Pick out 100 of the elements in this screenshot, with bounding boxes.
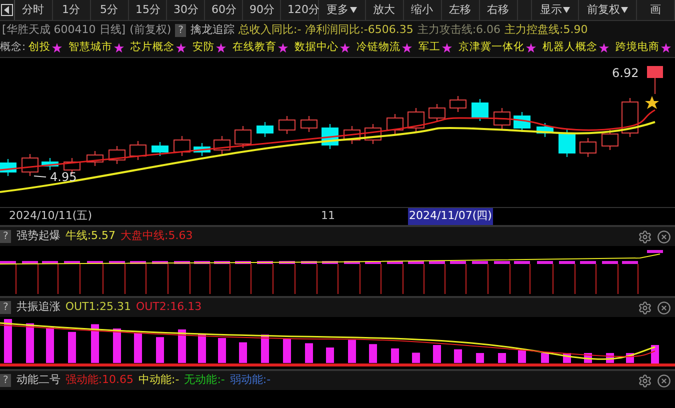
- indicator-value: 无动能:-: [184, 372, 225, 388]
- indicator-name: 动能二号: [16, 372, 60, 388]
- candlestick: [494, 108, 510, 130]
- indicator-value: 弱动能:-: [230, 372, 271, 388]
- close-icon[interactable]: [657, 230, 671, 244]
- toolbar-button[interactable]: 放大: [366, 0, 404, 20]
- indicator-bar: [46, 328, 54, 363]
- indicator-bar: [26, 323, 34, 363]
- concept-tag[interactable]: 在线教育: [232, 40, 277, 56]
- star-icon: [526, 43, 536, 53]
- star-icon: [598, 43, 609, 53]
- candlestick: [234, 126, 252, 148]
- toolbar-button[interactable]: 缩小: [404, 0, 442, 20]
- candlestick: [22, 154, 38, 176]
- caret-icon: [350, 7, 356, 13]
- concept-tag[interactable]: 冷链物流: [356, 40, 401, 56]
- concept-tag[interactable]: 芯片概念: [130, 40, 175, 56]
- toolbar-button[interactable]: 30分: [166, 0, 204, 20]
- candlestick: [322, 124, 338, 150]
- toolbar-button[interactable]: 左移: [442, 0, 480, 20]
- concept-label: 概念:: [0, 40, 26, 56]
- leader-line: [34, 176, 46, 178]
- settings-icon[interactable]: [638, 300, 652, 314]
- indicator-value: 总收入同比:-: [238, 22, 302, 38]
- toolbar-button[interactable]: 分时: [14, 0, 52, 20]
- toolbar-menu-button[interactable]: 显示: [532, 0, 579, 20]
- indicator-bar: [113, 328, 121, 363]
- indicator-value: 主力控盘线:5.90: [504, 22, 588, 38]
- settings-icon[interactable]: [638, 230, 652, 244]
- candlestick: [558, 128, 576, 158]
- toolbar-button[interactable]: 画: [637, 0, 675, 20]
- concept-tag[interactable]: 京津冀一体化: [458, 40, 525, 56]
- concept-tag[interactable]: 机器人概念: [542, 40, 598, 56]
- low-price-label: 4.95: [50, 170, 77, 184]
- concept-tag[interactable]: 安防: [192, 40, 215, 56]
- indicator-bar: [305, 343, 313, 363]
- indicator-value: 净利润同比:-6506.35: [305, 22, 414, 38]
- indicator-bar: [412, 352, 420, 363]
- indicator-bar: [541, 353, 549, 363]
- indicator-bar: [198, 334, 206, 363]
- help-button[interactable]: ?: [0, 374, 12, 387]
- concept-tag[interactable]: 军工: [418, 40, 441, 56]
- indicator-bar: [134, 332, 142, 363]
- stock-title: [华胜天成 600410 日线]: [2, 22, 126, 38]
- toolbar-menu-button[interactable]: 更多: [318, 0, 366, 20]
- indicator-bar: [261, 334, 269, 363]
- toolbar-button[interactable]: 5分: [90, 0, 128, 20]
- date-label: 2024/10/11(五): [8, 208, 93, 224]
- candlestick: [428, 104, 446, 122]
- star-icon: [278, 43, 288, 53]
- concept-tag[interactable]: 创投: [28, 40, 51, 56]
- toolbar-button[interactable]: 120分: [280, 0, 318, 20]
- date-label: 2024/11/07(四): [408, 208, 493, 225]
- help-button[interactable]: ?: [0, 230, 12, 243]
- candlestick: [194, 142, 210, 156]
- candlestick: [152, 142, 168, 156]
- star-icon: [52, 43, 62, 53]
- indicator-name: 擒龙追踪: [190, 22, 234, 38]
- star-icon: [216, 43, 226, 53]
- help-button[interactable]: ?: [0, 301, 12, 314]
- indicator-bar: [518, 350, 526, 363]
- candlestick: [344, 126, 360, 144]
- candlestick: [130, 140, 146, 160]
- concept-tag[interactable]: 数据中心: [294, 40, 339, 56]
- close-icon[interactable]: [657, 300, 671, 314]
- high-price-label: 6.92: [612, 65, 639, 82]
- toolbar-menu-button[interactable]: 前复权: [579, 0, 637, 20]
- help-button[interactable]: ?: [175, 24, 186, 36]
- back-button[interactable]: [0, 0, 14, 20]
- candlestick: [364, 124, 382, 144]
- settings-icon[interactable]: [638, 374, 652, 388]
- star-icon: [645, 96, 659, 109]
- toolbar-button[interactable]: 60分: [204, 0, 242, 20]
- indicator-name: 强势起爆: [16, 228, 60, 244]
- indicator-bar: [348, 340, 356, 363]
- caret-icon: [563, 7, 570, 13]
- indicator-value: 大盘中线:5.63: [120, 228, 193, 244]
- toolbar-button[interactable]: 1分: [52, 0, 90, 20]
- concept-tag[interactable]: 跨境电商: [616, 40, 660, 56]
- concept-tag[interactable]: 智慧城市: [68, 40, 113, 56]
- indicator-bar: [239, 342, 247, 363]
- indicator-name: 共振追涨: [16, 299, 60, 316]
- indicator-bar: [91, 324, 99, 363]
- candlestick: [214, 136, 230, 154]
- toolbar-button[interactable]: 90分: [242, 0, 280, 20]
- close-icon[interactable]: [657, 374, 671, 388]
- indicator-bar: [369, 344, 377, 363]
- toolbar-button[interactable]: 右移: [480, 0, 518, 20]
- indicator-value: 主力攻击线:6.06: [417, 22, 501, 38]
- star-icon: [176, 43, 186, 53]
- adjust-label: (前复权): [130, 22, 172, 38]
- candlestick: [514, 112, 530, 132]
- candlestick: [86, 150, 104, 166]
- indicator-bar: [218, 338, 226, 363]
- indicator-bar: [476, 353, 484, 363]
- indicator-bar: [68, 332, 76, 363]
- indicator-bar: [156, 337, 164, 363]
- candlestick: [108, 146, 126, 164]
- candlestick: [0, 158, 16, 176]
- toolbar-button[interactable]: 15分: [128, 0, 166, 20]
